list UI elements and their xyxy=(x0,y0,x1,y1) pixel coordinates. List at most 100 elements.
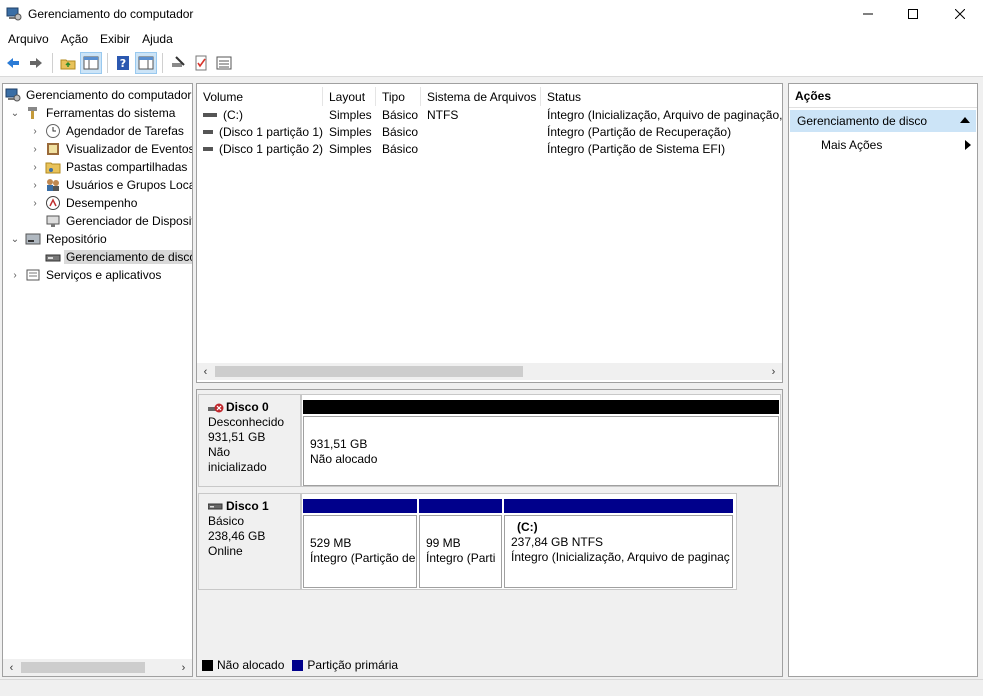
users-icon xyxy=(47,179,59,191)
disk-1-label[interactable]: Disco 1 Básico 238,46 GB Online xyxy=(198,493,301,590)
actions-title: Ações xyxy=(789,84,977,108)
chevron-down-icon[interactable]: ⌄ xyxy=(9,108,21,119)
title-bar: Gerenciamento do computador xyxy=(0,0,983,28)
minimize-button[interactable] xyxy=(845,0,891,28)
properties-view-icon xyxy=(138,56,154,70)
partition-unallocated[interactable]: 931,51 GB Não alocado xyxy=(303,400,779,486)
scroll-right-icon[interactable]: › xyxy=(175,659,192,676)
column-status[interactable]: Status xyxy=(541,87,782,106)
partition-efi[interactable]: 99 MB Íntegro (Parti xyxy=(419,499,502,588)
scrollbar-thumb[interactable] xyxy=(215,366,523,377)
disk-state: Não inicializado xyxy=(208,445,267,474)
menu-ajuda[interactable]: Ajuda xyxy=(136,30,179,48)
minimize-icon xyxy=(863,13,873,15)
volume-list-horizontal-scrollbar[interactable]: ‹ › xyxy=(197,363,782,380)
navigation-tree: Gerenciamento do computador ⌄ Ferramenta… xyxy=(2,83,193,677)
help-button[interactable]: ? xyxy=(112,52,134,74)
tree-item-system-tools[interactable]: ⌄ Ferramentas do sistema xyxy=(9,104,177,122)
tree-item-services-apps[interactable]: › Serviços e aplicativos xyxy=(9,266,163,284)
list-button[interactable] xyxy=(213,52,235,74)
tools-icon xyxy=(28,107,37,119)
menu-acao[interactable]: Ação xyxy=(55,30,94,48)
partition-size: 237,84 GB NTFS xyxy=(511,535,604,549)
clock-icon xyxy=(46,124,60,138)
check-button[interactable] xyxy=(190,52,212,74)
table-row[interactable]: (C:) Simples Básico NTFS Íntegro (Inicia… xyxy=(197,106,782,123)
actions-section-disk-management[interactable]: Gerenciamento de disco xyxy=(790,110,976,132)
show-hide-tree-button[interactable] xyxy=(80,52,102,74)
chevron-right-icon[interactable]: › xyxy=(29,162,41,173)
tree-item-local-users-groups[interactable]: › Usuários e Grupos Loca xyxy=(29,176,193,194)
tree-item-label: Gerenciador de Disposit xyxy=(66,214,193,228)
tree-item-label: Pastas compartilhadas xyxy=(66,160,188,174)
tree-item-disk-management[interactable]: Gerenciamento de disco xyxy=(45,248,192,266)
menu-exibir[interactable]: Exibir xyxy=(94,30,136,48)
list-icon xyxy=(216,56,232,70)
tree-horizontal-scrollbar[interactable]: ‹ › xyxy=(3,659,192,676)
rescan-button[interactable] xyxy=(167,52,189,74)
action-more-actions[interactable]: Mais Ações xyxy=(821,136,971,154)
chevron-right-icon[interactable]: › xyxy=(29,180,41,191)
column-sistema-arquivos[interactable]: Sistema de Arquivos xyxy=(421,87,541,106)
volume-icon xyxy=(203,127,213,136)
caret-up-icon xyxy=(960,117,970,123)
toolbar: ? xyxy=(0,50,983,77)
toolbar-separator xyxy=(52,53,53,73)
chevron-right-icon[interactable]: › xyxy=(29,198,41,209)
disk-0-label[interactable]: Disco 0 Desconhecido 931,51 GB Não inici… xyxy=(198,394,301,487)
scrollbar-thumb[interactable] xyxy=(21,662,145,673)
disk-graphical-view: Disco 0 Desconhecido 931,51 GB Não inici… xyxy=(196,389,783,677)
chevron-right-icon[interactable]: › xyxy=(29,144,41,155)
volume-status: Íntegro (Partição de Recuperação) xyxy=(547,124,732,139)
tree-item-shared-folders[interactable]: › Pastas compartilhadas xyxy=(29,158,189,176)
menu-arquivo[interactable]: Arquivo xyxy=(2,30,55,48)
partition-bar-unallocated xyxy=(303,400,779,414)
tree-item-task-scheduler[interactable]: › Agendador de Tarefas xyxy=(29,122,186,140)
maximize-button[interactable] xyxy=(890,0,936,28)
scroll-right-icon[interactable]: › xyxy=(765,363,782,380)
tree-item-label: Visualizador de Eventos xyxy=(66,142,193,156)
scroll-left-icon[interactable]: ‹ xyxy=(3,659,20,676)
volume-fs xyxy=(421,123,541,140)
partition-c[interactable]: (C:) 237,84 GB NTFS Íntegro (Inicializaç… xyxy=(504,499,733,588)
volume-list-header: Volume Layout Tipo Sistema de Arquivos S… xyxy=(197,87,782,106)
tree-item-storage[interactable]: ⌄ Repositório xyxy=(9,230,109,248)
tree-item-label: Usuários e Grupos Loca xyxy=(66,178,193,192)
partition-size: 931,51 GB xyxy=(310,437,368,451)
partition-label: (C:) xyxy=(517,520,538,534)
disk-0-partitions: 931,51 GB Não alocado xyxy=(301,394,781,487)
disk-1-partitions: 529 MB Íntegro (Partição de 99 MB Íntegr… xyxy=(301,493,737,590)
partition-recovery[interactable]: 529 MB Íntegro (Partição de xyxy=(303,499,417,588)
tree-item-event-viewer[interactable]: › Visualizador de Eventos xyxy=(29,140,193,158)
svg-text:?: ? xyxy=(120,57,126,70)
action-label: Mais Ações xyxy=(821,138,883,152)
table-row[interactable]: (Disco 1 partição 2) Simples Básico Ínte… xyxy=(197,140,782,157)
forward-button[interactable] xyxy=(25,52,47,74)
partition-box: 99 MB Íntegro (Parti xyxy=(419,515,502,588)
volume-tipo: Básico xyxy=(382,107,419,122)
close-button[interactable] xyxy=(937,0,983,28)
tree-item-performance[interactable]: › Desempenho xyxy=(29,194,139,212)
disk-name: Disco 0 xyxy=(226,400,269,414)
tree-item-device-manager[interactable]: Gerenciador de Disposit xyxy=(45,212,193,230)
legend-label-unallocated: Não alocado xyxy=(217,658,285,672)
tree-item-computer-management[interactable]: Gerenciamento do computador xyxy=(5,86,192,104)
back-button[interactable] xyxy=(2,52,24,74)
table-row[interactable]: (Disco 1 partição 1) Simples Básico Ínte… xyxy=(197,123,782,140)
chevron-down-icon[interactable]: ⌄ xyxy=(9,234,21,245)
caret-right-icon xyxy=(965,140,971,150)
scroll-left-icon[interactable]: ‹ xyxy=(197,363,214,380)
partition-box: 529 MB Íntegro (Partição de xyxy=(303,515,417,588)
column-tipo[interactable]: Tipo xyxy=(376,87,421,106)
up-level-button[interactable] xyxy=(57,52,79,74)
volume-name: (C:) xyxy=(223,107,243,122)
column-layout[interactable]: Layout xyxy=(323,87,376,106)
show-hide-action-pane-button[interactable] xyxy=(135,52,157,74)
tree-item-label: Agendador de Tarefas xyxy=(66,124,184,138)
chevron-right-icon[interactable]: › xyxy=(29,126,41,137)
chevron-right-icon[interactable]: › xyxy=(9,270,21,281)
toolbar-separator xyxy=(162,53,163,73)
volume-icon xyxy=(203,144,213,153)
column-volume[interactable]: Volume xyxy=(197,87,323,106)
tree-item-label: Repositório xyxy=(46,232,107,246)
